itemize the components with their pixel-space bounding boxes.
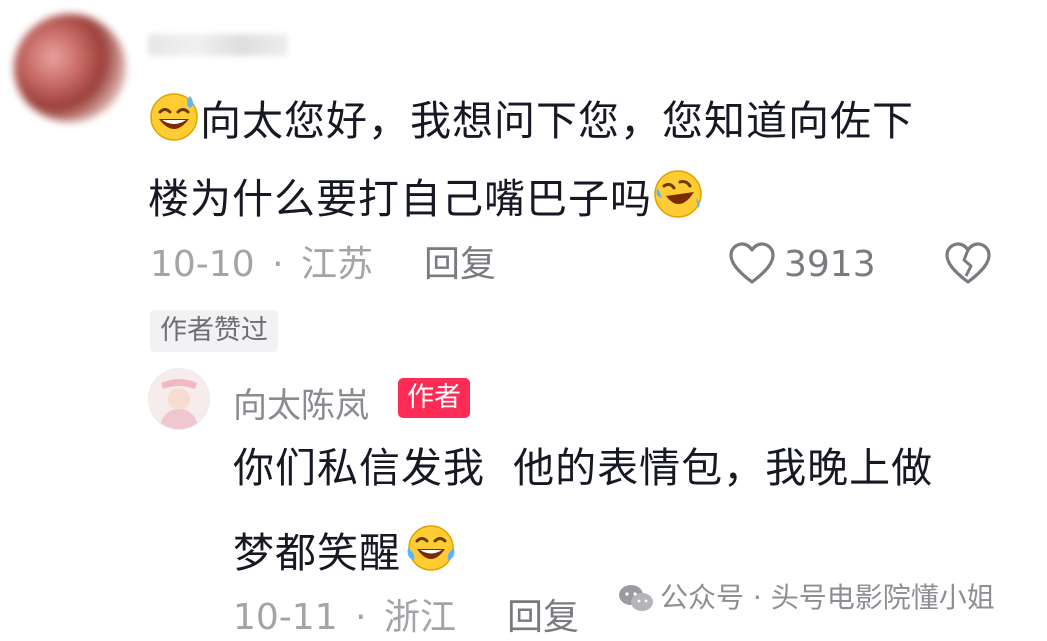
wechat-logo-icon: [619, 585, 653, 611]
comment-text-line-1: 向太您好，我想问下您，您知道向佐下: [148, 90, 914, 145]
broken-heart-icon: [945, 242, 991, 284]
watermark: 公众号 · 头号电影院懂小姐: [618, 580, 995, 616]
meta-separator: ·: [272, 244, 284, 285]
laughing-sweat-emoji-icon: [150, 93, 198, 141]
reply-meta: 10-11 · 浙江: [233, 598, 456, 638]
comment-text-line-2: 楼为什么要打自己嘴巴子吗: [148, 168, 704, 223]
reply-location: 浙江: [383, 597, 456, 638]
reply-reply-button[interactable]: 回复: [507, 598, 579, 638]
comment-dislike-button[interactable]: [944, 242, 992, 290]
reply-author-name[interactable]: 向太陈岚: [233, 378, 369, 427]
like-count: 3913: [784, 243, 876, 285]
comment-meta: 10-10 · 江苏: [150, 245, 373, 285]
rolling-laughing-emoji-icon: [654, 170, 702, 218]
heart-outline-icon: [729, 242, 775, 284]
laughing-tears-emoji-icon: [407, 525, 455, 571]
comment-like-button[interactable]: 3913: [728, 242, 876, 286]
reply-date: 10-11: [233, 597, 338, 638]
commenter-name-blurred[interactable]: [148, 34, 288, 56]
reply-text-line-1: 你们私信发我 他的表情包，我晚上做: [233, 444, 934, 492]
comment-reply-button[interactable]: 回复: [424, 245, 496, 285]
author-avatar-image: [149, 369, 209, 429]
watermark-text: 公众号 · 头号电影院懂小姐: [660, 581, 995, 614]
reply-text-line-2: 梦都笑醒: [233, 522, 457, 577]
meta-separator: ·: [355, 597, 367, 638]
author-avatar[interactable]: [148, 368, 210, 430]
author-badge: 作者: [398, 378, 470, 418]
commenter-avatar[interactable]: [14, 14, 126, 122]
author-liked-tag: 作者赞过: [150, 310, 278, 352]
comment-date: 10-10: [150, 244, 255, 285]
comment-location: 江苏: [300, 244, 373, 285]
